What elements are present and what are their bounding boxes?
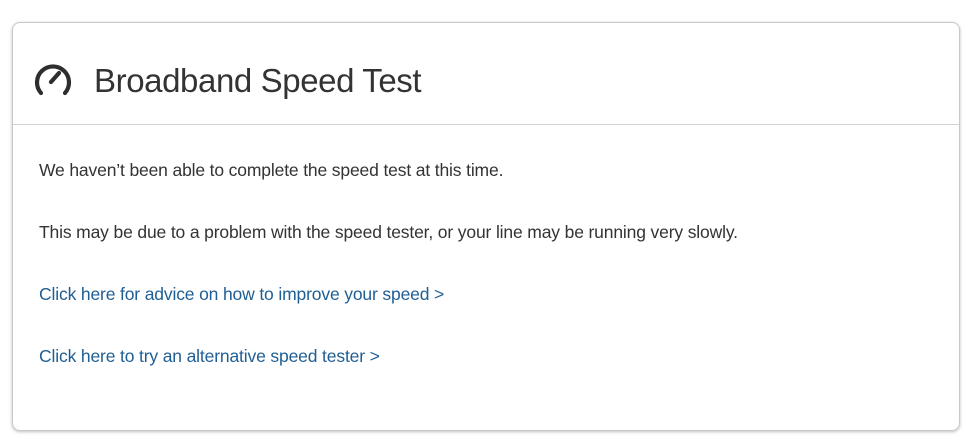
panel-header: Broadband Speed Test [13,23,959,125]
error-reason: This may be due to a problem with the sp… [39,222,738,242]
speedometer-icon [34,64,72,96]
page-title: Broadband Speed Test [94,62,422,99]
improve-speed-advice-link[interactable]: Click here for advice on how to improve … [39,283,444,305]
alternative-speed-tester-link[interactable]: Click here to try an alternative speed t… [39,345,380,367]
speed-test-panel: Broadband Speed Test We haven’t been abl… [12,22,960,431]
error-message: We haven’t been able to complete the spe… [39,160,504,180]
